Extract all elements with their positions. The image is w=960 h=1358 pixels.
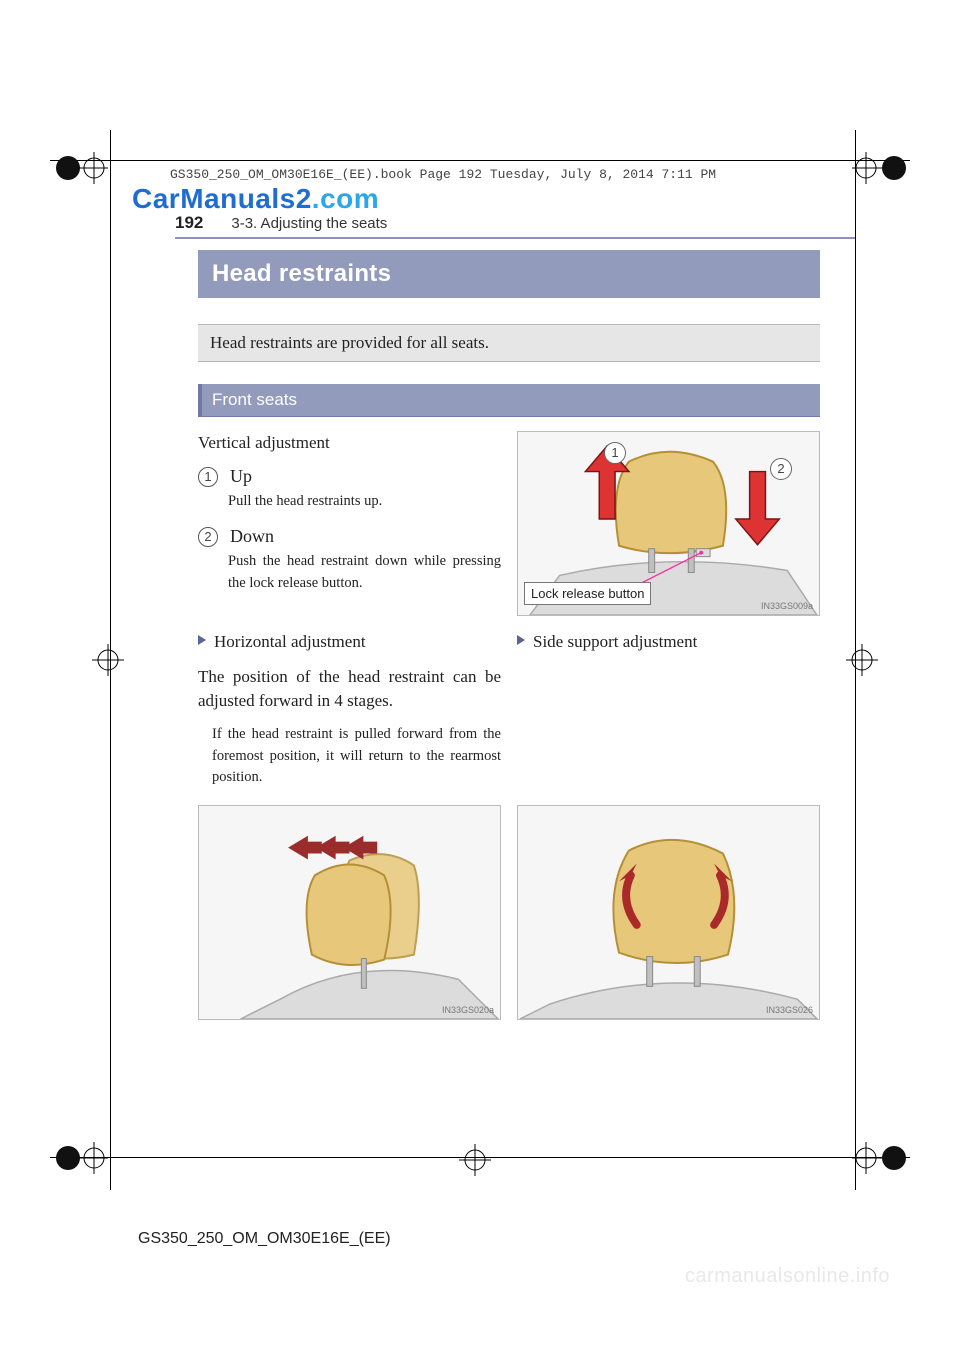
content-column: Head restraints Head restraints are prov… bbox=[198, 250, 820, 1020]
figure-badge-1: 1 bbox=[604, 442, 626, 464]
figure-vertical-adjustment: 1 2 Lock release button IN33GS009a bbox=[517, 431, 820, 616]
step-number-icon: 1 bbox=[198, 467, 218, 487]
running-header: 192 3-3. Adjusting the seats bbox=[175, 213, 855, 239]
horizontal-heading-text: Horizontal adjustment bbox=[214, 632, 366, 651]
watermark-part-a: CarManuals2 bbox=[132, 183, 312, 214]
footer-code: GS350_250_OM_OM30E16E_(EE) bbox=[138, 1230, 391, 1248]
figure-code: IN33GS026 bbox=[766, 1005, 813, 1015]
horizontal-note: If the head restraint is pulled forward … bbox=[212, 724, 501, 789]
figure-side-support: IN33GS026 bbox=[517, 805, 820, 1020]
col-left: Horizontal adjustment The position of th… bbox=[198, 630, 501, 789]
step-label: Up bbox=[230, 466, 252, 486]
side-heading-text: Side support adjustment bbox=[533, 632, 697, 651]
figure-row: IN33GS020a bbox=[198, 805, 820, 1020]
registration-mark-icon bbox=[52, 140, 108, 196]
figure-wrap: IN33GS026 bbox=[517, 805, 820, 1020]
step-note: Push the head restraint down while press… bbox=[228, 551, 501, 595]
watermark-bottom: carmanualsonline.info bbox=[685, 1265, 890, 1288]
front-seats-heading: Front seats bbox=[198, 384, 820, 417]
col-right: 1 2 Lock release button IN33GS009a bbox=[517, 431, 820, 616]
col-left: Vertical adjustment 1 Up Pull the head r… bbox=[198, 431, 501, 616]
side-heading: Side support adjustment bbox=[517, 630, 820, 655]
triangle-bullet-icon bbox=[517, 635, 525, 645]
registration-mark-icon bbox=[88, 640, 128, 680]
lock-release-callout: Lock release button bbox=[524, 582, 651, 605]
watermark-top: CarManuals2.com bbox=[132, 183, 379, 215]
figure-horizontal-adjustment: IN33GS020a bbox=[198, 805, 501, 1020]
registration-mark-icon bbox=[852, 140, 908, 196]
book-meta-line: GS350_250_OM_OM30E16E_(EE).book Page 192… bbox=[170, 167, 716, 182]
watermark-part-b: .com bbox=[312, 183, 379, 214]
row-vertical: Vertical adjustment 1 Up Pull the head r… bbox=[198, 431, 820, 616]
figure-code: IN33GS009a bbox=[761, 601, 813, 611]
crop-line-top bbox=[50, 160, 910, 161]
step-number-icon: 2 bbox=[198, 527, 218, 547]
registration-mark-icon bbox=[852, 1130, 908, 1186]
figure-code: IN33GS020a bbox=[442, 1005, 494, 1015]
horizontal-body: The position of the head restraint can b… bbox=[198, 665, 501, 714]
step-note: Pull the head restraints up. bbox=[228, 491, 501, 513]
step-down: 2 Down bbox=[198, 526, 501, 547]
headrest-horizontal-svg bbox=[199, 806, 500, 1019]
page-title: Head restraints bbox=[198, 250, 820, 298]
vertical-heading: Vertical adjustment bbox=[198, 431, 501, 456]
figure-wrap: IN33GS020a bbox=[198, 805, 501, 1020]
intro-bar: Head restraints are provided for all sea… bbox=[198, 324, 820, 362]
step-up: 1 Up bbox=[198, 466, 501, 487]
figure-badge-2: 2 bbox=[770, 458, 792, 480]
registration-mark-icon bbox=[842, 640, 882, 680]
page-number: 192 bbox=[175, 213, 203, 233]
step-label: Down bbox=[230, 526, 274, 546]
headrest-side-svg bbox=[518, 806, 819, 1019]
row-headings: Horizontal adjustment The position of th… bbox=[198, 630, 820, 789]
page: GS350_250_OM_OM30E16E_(EE).book Page 192… bbox=[0, 0, 960, 1358]
registration-mark-icon bbox=[52, 1130, 108, 1186]
section-label: 3-3. Adjusting the seats bbox=[231, 215, 387, 232]
triangle-bullet-icon bbox=[198, 635, 206, 645]
horizontal-heading: Horizontal adjustment bbox=[198, 630, 501, 655]
registration-mark-icon bbox=[455, 1140, 495, 1180]
col-right: Side support adjustment bbox=[517, 630, 820, 789]
